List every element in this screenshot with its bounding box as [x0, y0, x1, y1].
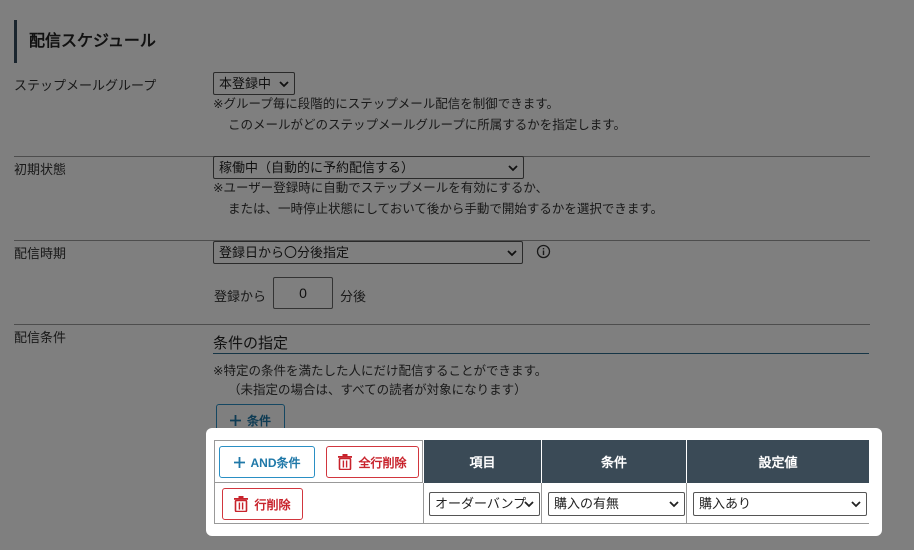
and-condition-button[interactable]: AND条件 — [219, 446, 315, 478]
value-select-value: 購入あり — [699, 496, 752, 511]
chevron-down-icon — [851, 501, 861, 508]
item-select-value: オーダーバンプ — [435, 496, 527, 511]
value-select[interactable]: 購入あり — [693, 492, 867, 516]
trash-icon — [234, 496, 249, 512]
delete-row-label: 行削除 — [254, 497, 291, 512]
clear-all-rows-button[interactable]: 全行削除 — [326, 446, 419, 478]
column-header-item: 項目 — [424, 440, 542, 483]
clear-all-rows-label: 全行削除 — [358, 455, 407, 470]
column-header-value: 設定値 — [687, 440, 869, 483]
delete-row-button[interactable]: 行削除 — [222, 488, 303, 520]
trash-icon — [338, 454, 353, 470]
and-condition-label: AND条件 — [250, 455, 301, 470]
chevron-down-icon — [669, 501, 679, 508]
plus-icon — [233, 456, 245, 468]
chevron-down-icon — [524, 501, 534, 508]
condition-select-value: 購入の有無 — [554, 496, 620, 511]
column-header-condition: 条件 — [542, 440, 687, 483]
condition-select[interactable]: 購入の有無 — [548, 492, 685, 516]
item-select[interactable]: オーダーバンプ — [429, 492, 540, 516]
